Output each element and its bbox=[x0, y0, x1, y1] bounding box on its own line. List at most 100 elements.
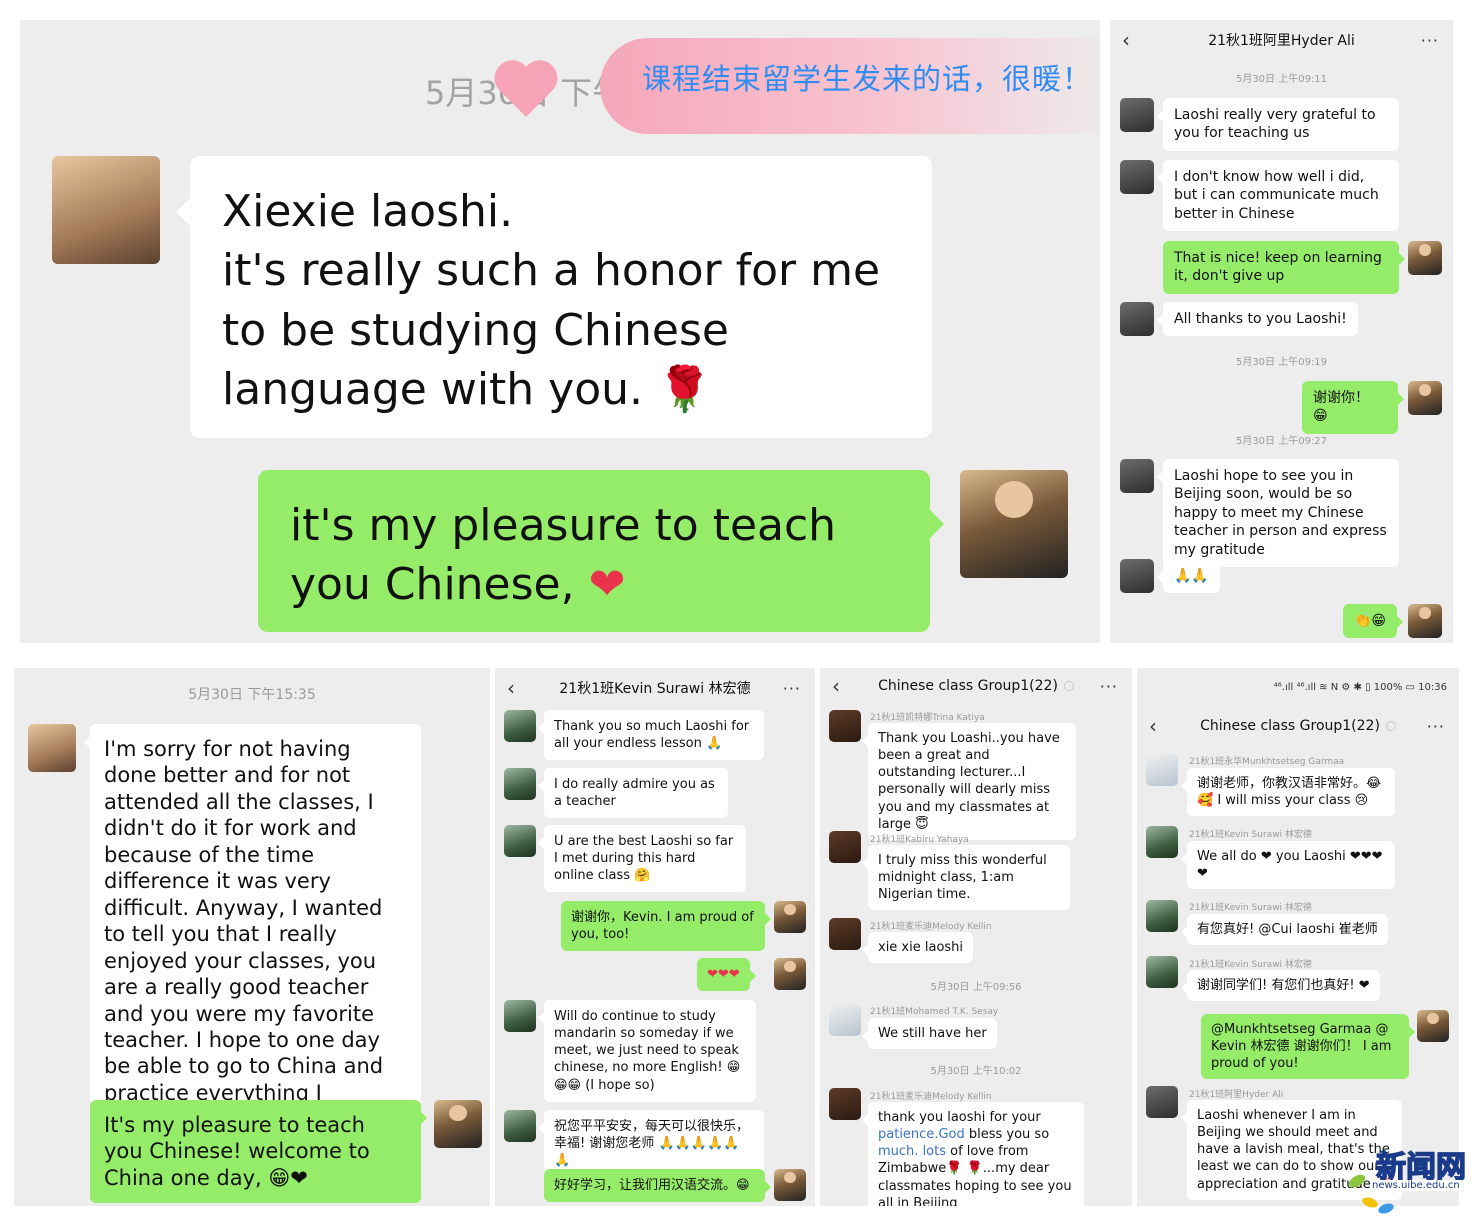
chat-italian-student: 5月30日 下午15:35 I'm sorry for not having d… bbox=[14, 668, 490, 1206]
message-received[interactable]: I don't know how well i did, but i can c… bbox=[1157, 160, 1399, 232]
message-text: thank you laoshi for your bbox=[878, 1110, 1041, 1125]
back-arrow-icon[interactable]: ‹ bbox=[832, 674, 840, 698]
message-received[interactable]: xie xie laoshi bbox=[861, 932, 974, 964]
student-avatar[interactable] bbox=[1120, 302, 1154, 336]
message-received[interactable]: 谢谢同学们! 有您们也真好! ❤ bbox=[1181, 970, 1380, 1002]
message-received[interactable]: U are the best Laoshi so far I met durin… bbox=[538, 825, 746, 893]
member-avatar[interactable] bbox=[1146, 956, 1178, 988]
back-arrow-icon[interactable]: ‹ bbox=[1122, 28, 1130, 52]
member-avatar[interactable] bbox=[1146, 1086, 1178, 1118]
member-avatar[interactable] bbox=[1146, 826, 1178, 858]
more-options-icon[interactable]: ··· bbox=[1100, 677, 1118, 696]
student-avatar[interactable] bbox=[1120, 459, 1154, 493]
message-received[interactable]: I do really admire you as a teacher bbox=[538, 768, 728, 819]
more-options-icon[interactable]: ··· bbox=[1427, 717, 1445, 736]
message-received[interactable]: Thank you so much Laoshi for all your en… bbox=[538, 710, 764, 761]
message-sent[interactable]: It's my pleasure to teach you Chinese! w… bbox=[90, 1100, 427, 1204]
link-text[interactable]: patience.God bbox=[878, 1127, 965, 1142]
sender-name: 21秋1班Kevin Surawi 林宏德 bbox=[1189, 830, 1312, 840]
teacher-message[interactable]: it's my pleasure to teach you Chinese, ❤ bbox=[258, 470, 944, 632]
message-received[interactable]: 祝您平平安安，每天可以很快乐，幸福! 谢谢您老师 🙏🙏🙏🙏🙏🙏 bbox=[538, 1110, 764, 1178]
student-avatar[interactable] bbox=[504, 710, 536, 742]
message-sent[interactable]: ❤❤❤ bbox=[697, 958, 756, 992]
back-arrow-icon[interactable]: ‹ bbox=[1149, 714, 1157, 738]
student-avatar[interactable] bbox=[504, 825, 536, 857]
leaf-icon bbox=[1376, 1201, 1396, 1216]
message-received[interactable]: I truly miss this wonderful midnight cla… bbox=[862, 845, 1070, 911]
message-sent[interactable]: 谢谢你！ 😁 bbox=[1302, 381, 1404, 434]
group-chat-2: ⁴⁶.ıll ⁴⁶.ıll ≋ N ⚙ ✱ ▯ 100% ▭ 10:36 ‹ C… bbox=[1137, 668, 1459, 1206]
chat-kevin-surawi: ‹ 21秋1班Kevin Surawi 林宏德 ··· Thank you so… bbox=[495, 668, 815, 1206]
heart-icon bbox=[494, 60, 558, 117]
member-avatar[interactable] bbox=[1146, 754, 1178, 786]
student-avatar[interactable] bbox=[1120, 98, 1154, 132]
teacher-avatar[interactable] bbox=[1408, 241, 1442, 275]
leaf-icon bbox=[1360, 1195, 1380, 1210]
student-avatar[interactable] bbox=[504, 1000, 536, 1032]
link-text[interactable]: lots bbox=[923, 1144, 946, 1159]
message-received[interactable]: thank you laoshi for your patience.God b… bbox=[862, 1102, 1084, 1206]
message-received[interactable]: 🙏🙏 bbox=[1157, 559, 1220, 594]
message-received[interactable]: 谢谢老师，你教汉语非常好。😂 🥰 I will miss your class … bbox=[1181, 768, 1395, 817]
sender-name: 21秋1班凯特娜Trina Katiya bbox=[870, 713, 985, 723]
member-avatar[interactable] bbox=[829, 710, 861, 742]
teacher-avatar[interactable] bbox=[1408, 604, 1442, 638]
message-text: I'm sorry for not having done better and… bbox=[104, 737, 403, 1158]
zoomed-chat-panel: 5月30日 下午14:25 课程结束留学生发来的话，很暖！ Xiexie lao… bbox=[20, 20, 1100, 643]
student-avatar[interactable] bbox=[28, 724, 76, 772]
timestamp: 5月30日 下午15:35 bbox=[188, 687, 316, 703]
member-avatar[interactable] bbox=[829, 918, 861, 950]
timestamp: 5月30日 上午09:11 bbox=[1235, 74, 1328, 85]
timestamp: 5月30日 上午10:02 bbox=[930, 1066, 1022, 1077]
message-received[interactable]: Will do continue to study mandarin so so… bbox=[538, 1000, 756, 1102]
message-received[interactable]: All thanks to you Laoshi! bbox=[1157, 302, 1358, 337]
teacher-avatar[interactable] bbox=[1417, 1010, 1449, 1042]
message-sent[interactable]: @Munkhtsetseg Garmaa @ Kevin 林宏德 谢谢你们！ I… bbox=[1201, 1014, 1415, 1080]
caption-text: 课程结束留学生发来的话，很暖！ bbox=[642, 62, 1093, 96]
message-received[interactable]: Thank you Loashi..you have been a great … bbox=[862, 723, 1076, 840]
message-text: it's my pleasure to teach you Chinese, bbox=[290, 500, 837, 611]
message-received[interactable]: Laoshi hope to see you in Beijing soon, … bbox=[1157, 459, 1399, 568]
teacher-avatar[interactable] bbox=[774, 1169, 806, 1201]
message-sent[interactable]: 谢谢你，Kevin. I am proud of you, too! bbox=[561, 901, 771, 952]
message-sent[interactable]: 好好学习，让我们用汉语交流。😁 bbox=[544, 1169, 771, 1203]
message-sent[interactable]: That is nice! keep on learning it, don't… bbox=[1163, 241, 1405, 294]
sender-name: 21秋1班永华Munkhtsetseg Garmaa bbox=[1189, 757, 1345, 767]
message-text: bless you so bbox=[964, 1127, 1050, 1143]
message-text: It's my pleasure to teach you Chinese! w… bbox=[104, 1113, 370, 1190]
message-sent[interactable]: 👏😁 bbox=[1343, 604, 1404, 639]
student-avatar[interactable] bbox=[504, 768, 536, 800]
chat-title: Chinese class Group1(22) bbox=[878, 678, 1058, 694]
student-avatar[interactable] bbox=[52, 156, 160, 264]
heart-icon: ❤ bbox=[588, 559, 626, 611]
mute-icon bbox=[1385, 721, 1396, 731]
member-avatar[interactable] bbox=[1146, 900, 1178, 932]
chat-header: ‹ Chinese class Group1(22) ··· bbox=[820, 674, 1132, 698]
back-arrow-icon[interactable]: ‹ bbox=[507, 676, 515, 700]
student-avatar[interactable] bbox=[504, 1110, 536, 1142]
sender-name: 21秋1班Kabiru Yahaya bbox=[870, 835, 969, 845]
teacher-avatar[interactable] bbox=[774, 958, 806, 990]
message-received[interactable]: We still have her bbox=[862, 1018, 997, 1050]
message-received[interactable]: 有您真好! @Cui laoshi 崔老师 bbox=[1181, 914, 1388, 946]
news-watermark: 新闻网 news.uibe.edu.cn bbox=[1346, 1142, 1473, 1220]
student-avatar[interactable] bbox=[1120, 160, 1154, 194]
member-avatar[interactable] bbox=[829, 1004, 861, 1036]
chat-hyder-ali: ‹ 21秋1班阿里Hyder Ali ··· 5月30日 上午09:11 Lao… bbox=[1110, 20, 1453, 643]
status-bar: ⁴⁶.ıll ⁴⁶.ıll ≋ N ⚙ ✱ ▯ 100% ▭ 10:36 bbox=[1273, 682, 1447, 693]
more-options-icon[interactable]: ··· bbox=[783, 679, 801, 698]
student-message[interactable]: Xiexie laoshi. it's really such a honor … bbox=[176, 156, 932, 438]
teacher-avatar[interactable] bbox=[434, 1100, 482, 1148]
link-text[interactable]: much. bbox=[878, 1144, 918, 1159]
message-received[interactable]: We all do ❤ you Laoshi ❤❤❤ ❤ bbox=[1181, 841, 1395, 890]
teacher-avatar[interactable] bbox=[960, 470, 1068, 578]
student-avatar[interactable] bbox=[1120, 559, 1154, 593]
teacher-avatar[interactable] bbox=[1408, 381, 1442, 415]
teacher-avatar[interactable] bbox=[774, 901, 806, 933]
member-avatar[interactable] bbox=[829, 1088, 861, 1120]
more-options-icon[interactable]: ··· bbox=[1421, 31, 1439, 50]
sender-name: 21秋1班麦乐迪Melody Kellin bbox=[870, 1092, 992, 1102]
message-received[interactable]: Laoshi really very grateful to you for t… bbox=[1157, 98, 1399, 151]
chat-title: 21秋1班Kevin Surawi 林宏德 bbox=[559, 681, 751, 697]
member-avatar[interactable] bbox=[829, 831, 861, 863]
